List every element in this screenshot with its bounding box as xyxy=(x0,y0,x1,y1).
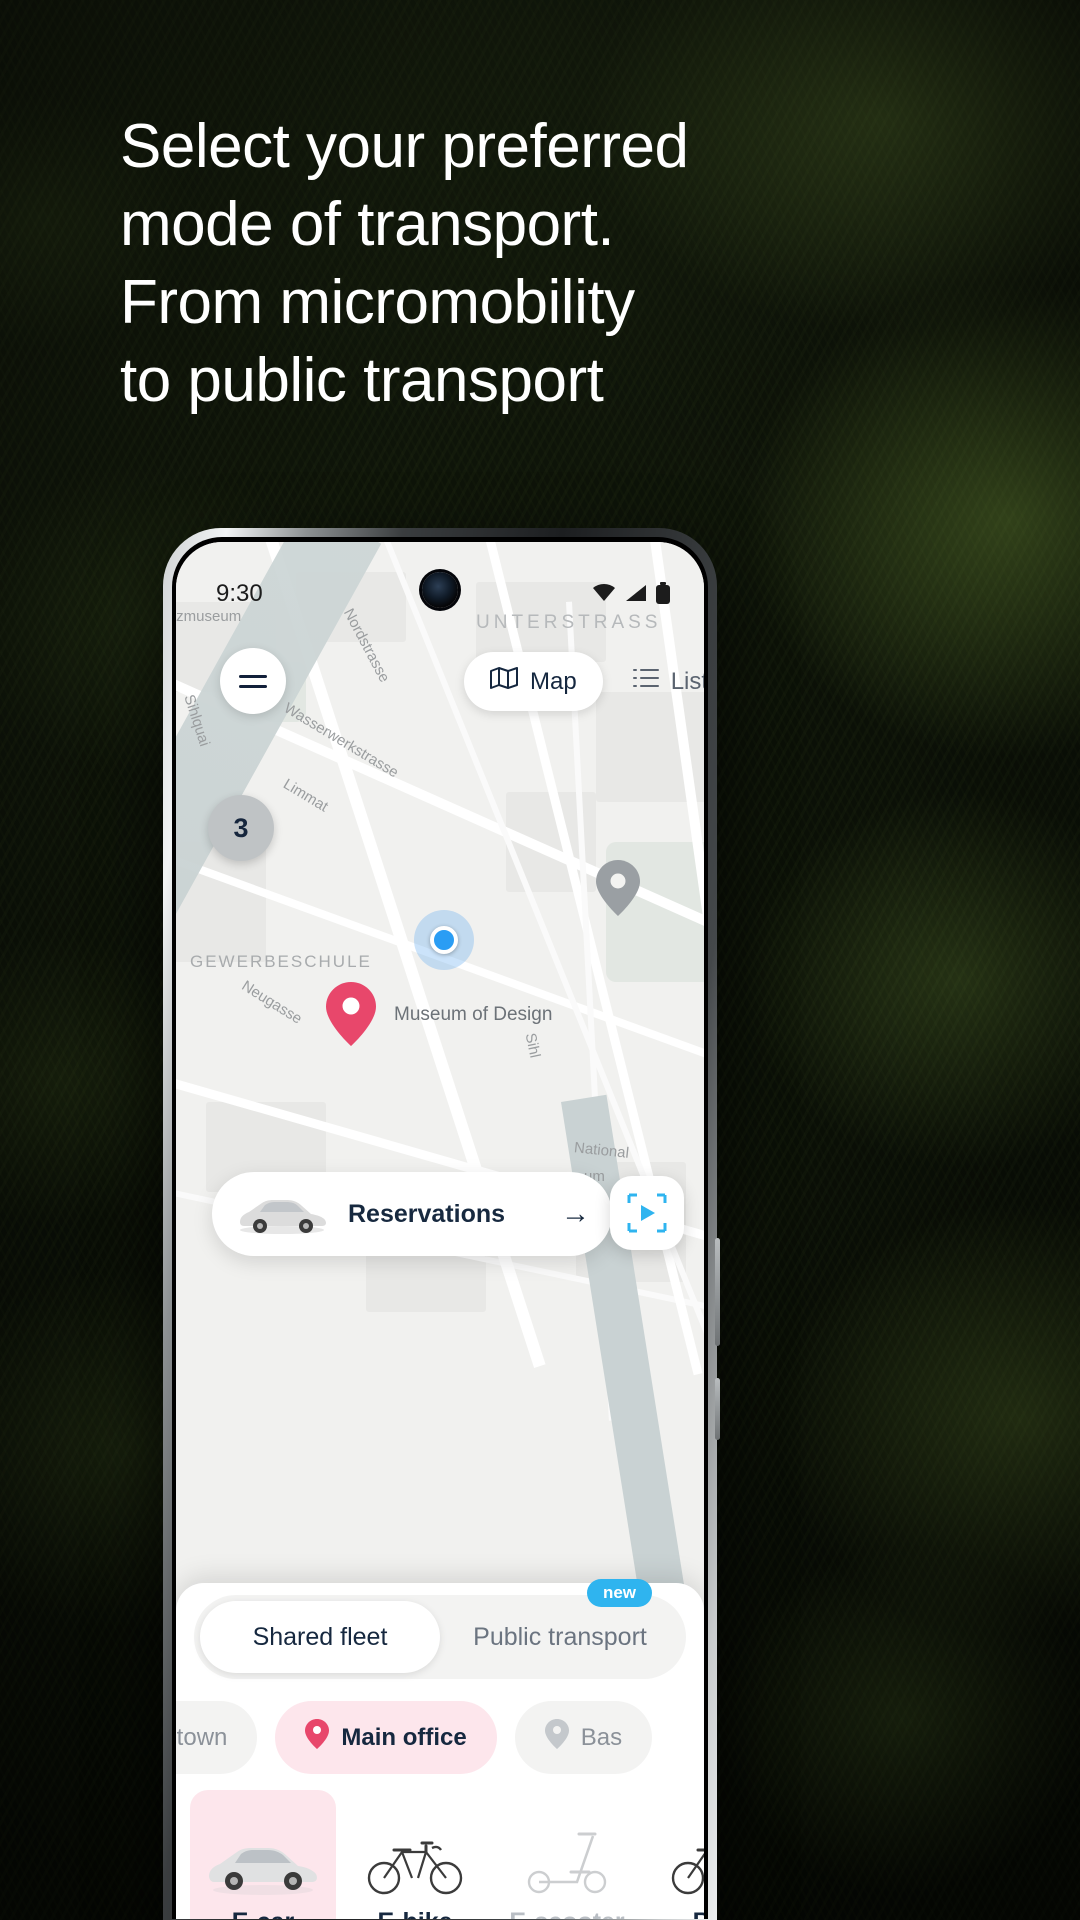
page-title: Select your preferred mode of transport.… xyxy=(120,108,840,420)
location-chip-downtown-label: wntown xyxy=(176,1723,228,1751)
wifi-icon xyxy=(592,583,616,608)
poi-label: Museum of Design xyxy=(394,1004,553,1025)
status-badge-new: new xyxy=(586,1579,652,1607)
mode-card-e-scooter[interactable]: E-scooter 0 available xyxy=(494,1790,640,1919)
gray-place-pin-icon[interactable] xyxy=(596,860,640,921)
red-map-pin-icon xyxy=(305,1719,330,1756)
mode-name-e-scooter: E-scooter xyxy=(502,1908,632,1919)
signal-icon xyxy=(624,583,648,608)
tab-public-transport[interactable]: Public transport xyxy=(440,1601,680,1673)
power-button[interactable] xyxy=(715,1378,720,1440)
headline-line-4: to public transport xyxy=(120,346,604,416)
car-image xyxy=(198,1804,328,1896)
camera-punch-hole xyxy=(422,572,458,608)
mode-card-e-car[interactable]: E-car 9 available xyxy=(190,1790,336,1919)
bike-image xyxy=(654,1804,704,1896)
tab-shared-fleet[interactable]: Shared fleet xyxy=(200,1601,440,1673)
map-label-limmat: Limmat xyxy=(280,775,332,816)
view-toggle: Map List xyxy=(464,652,704,711)
list-icon xyxy=(632,667,659,696)
hamburger-menu-icon[interactable] xyxy=(220,648,286,714)
map-label-unterstrass: UNTERSTRASS xyxy=(476,612,662,633)
map-cluster-marker[interactable]: 3 xyxy=(208,795,274,861)
reservations-arrow-icon: → xyxy=(561,1197,590,1230)
location-chip-basel-label: Bas xyxy=(580,1723,623,1751)
volume-button[interactable] xyxy=(715,1238,720,1346)
location-chip-main-office[interactable]: Main office xyxy=(275,1701,497,1774)
tab-map-label: Map xyxy=(530,667,577,695)
ebike-image xyxy=(350,1804,480,1896)
phone-screen: tzmuseum UNTERSTRASS Nordstrasse Sihlqua… xyxy=(176,542,704,1919)
location-chip-main-office-label: Main office xyxy=(341,1723,467,1751)
mode-card-e-bike[interactable]: E-bike 12 available xyxy=(342,1790,488,1919)
map-label-sihl: Sihl xyxy=(521,1031,544,1060)
headline-line-1: Select your preferred xyxy=(120,112,689,181)
tab-list[interactable]: List xyxy=(629,653,704,710)
battery-icon xyxy=(656,582,670,609)
status-icons xyxy=(592,582,670,609)
mode-card-bike[interactable]: Bike 21 avail xyxy=(646,1790,704,1919)
white-car-image xyxy=(234,1188,330,1241)
phone-bezel: tzmuseum UNTERSTRASS Nordstrasse Sihlqua… xyxy=(172,537,708,1919)
transport-mode-list[interactable]: E-car 9 available xyxy=(176,1774,704,1919)
location-chip-downtown[interactable]: wntown xyxy=(176,1701,258,1774)
map-icon xyxy=(490,666,518,697)
fleet-tabs: Shared fleet Public transport new xyxy=(194,1579,686,1679)
headline-line-2: mode of transport. xyxy=(120,190,615,260)
status-clock: 9:30 xyxy=(216,580,263,607)
map-label-gewerbeschule: GEWERBESCHULE xyxy=(190,952,372,971)
location-chip-basel[interactable]: Bas xyxy=(514,1701,653,1774)
reservations-card[interactable]: Reservations → xyxy=(212,1172,612,1256)
phone-mockup: tzmuseum UNTERSTRASS Nordstrasse Sihlqua… xyxy=(163,528,720,1920)
red-place-pin-icon[interactable] xyxy=(326,982,376,1051)
tab-map[interactable]: Map xyxy=(464,652,603,711)
bottom-sheet: Shared fleet Public transport new wntown… xyxy=(176,1579,704,1919)
mode-name-bike: Bike xyxy=(654,1908,704,1919)
current-location-dot xyxy=(414,910,474,970)
reservations-title: Reservations xyxy=(348,1199,506,1228)
map-label-neugasse: Neugasse xyxy=(238,977,305,1028)
cluster-count: 3 xyxy=(233,812,249,843)
gray-map-pin-icon xyxy=(544,1719,569,1756)
headline-line-3: From micromobility xyxy=(120,268,635,338)
location-chip-list[interactable]: wntown Main office Bas xyxy=(176,1679,704,1774)
escooter-image xyxy=(502,1804,632,1896)
mode-name-e-bike: E-bike xyxy=(350,1908,480,1919)
tab-list-label: List xyxy=(670,667,704,695)
recenter-location-button[interactable] xyxy=(610,1176,684,1250)
mode-name-e-car: E-car xyxy=(198,1908,328,1919)
